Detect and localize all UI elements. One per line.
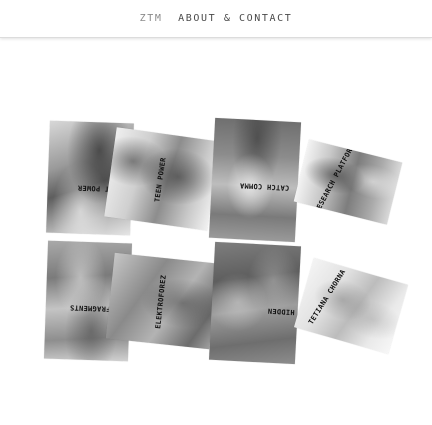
photo-tetiana-chorna	[293, 257, 409, 355]
logo-link[interactable]: ZTM	[140, 13, 163, 24]
project-label: HIDDEN	[267, 306, 295, 317]
project-tile-elektroforez[interactable]: ELEKTROFOREZ	[105, 252, 219, 350]
project-tile-hidden[interactable]: HIDDEN	[208, 241, 302, 365]
project-tile-catch-comma[interactable]: CATCH COMMA	[208, 117, 302, 243]
nav-links: ZTM ABOUT & CONTACT	[0, 13, 432, 24]
project-tile-teen-power[interactable]: TEEN POWER	[104, 127, 220, 231]
project-tile-tetiana-chorna[interactable]: TETIANA CHORNA	[293, 257, 409, 355]
page: ZTM ABOUT & CONTACT JUST POWER TEEN POWE…	[0, 0, 432, 425]
photo-hidden	[208, 241, 302, 365]
project-tile-research-platform[interactable]: RESEARCH PLATFORM	[293, 139, 403, 225]
about-contact-link[interactable]: ABOUT & CONTACT	[178, 13, 292, 24]
project-label: FRAGMENTS	[69, 303, 111, 313]
top-navigation-bar: ZTM ABOUT & CONTACT	[0, 0, 432, 38]
photo-catch-comma	[208, 117, 302, 243]
